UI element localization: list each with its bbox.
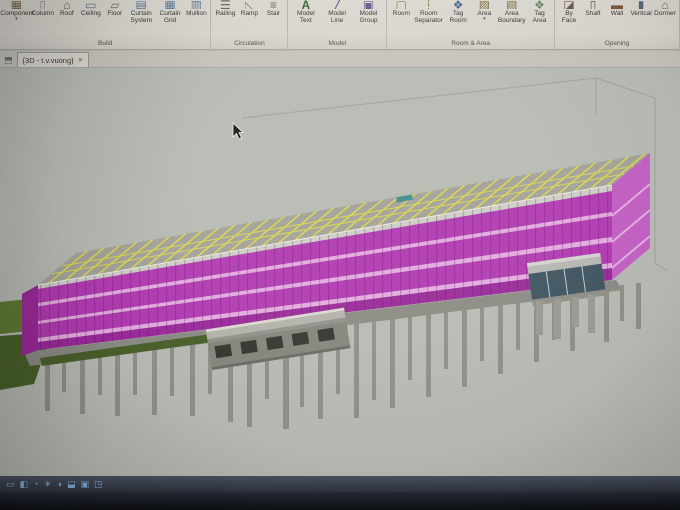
dormer-icon xyxy=(661,0,668,9)
sun-path-icon[interactable]: ☀ xyxy=(43,479,51,489)
close-icon[interactable]: ✕ xyxy=(78,56,83,64)
floor-icon xyxy=(110,0,119,9)
ribbon-button-roof[interactable]: Roof xyxy=(55,1,79,17)
view-control-bar: ▭ ◧ ◔ ☀ ◑ ⬓ ▣ ◳ xyxy=(0,476,680,492)
ribbon-button-room[interactable]: Room xyxy=(389,1,413,17)
curtain-grid-icon xyxy=(164,0,175,9)
ribbon-button-wall-opening[interactable]: Wall xyxy=(605,1,629,17)
ribbon-button-dormer[interactable]: Dormer xyxy=(653,1,677,17)
by-face-icon xyxy=(563,0,574,9)
view-tab-bar: ⬒ {3D - t.v.vuong} ✕ xyxy=(0,51,680,68)
view-lock-icon[interactable]: ◳ xyxy=(94,479,103,489)
panel-label-build: Build xyxy=(97,39,113,47)
roof-annex[interactable] xyxy=(526,252,607,339)
shadows-icon[interactable]: ◑ xyxy=(57,479,62,489)
ribbon-button-railing[interactable]: Railing xyxy=(213,1,237,17)
monitor-bezel xyxy=(0,492,680,510)
model-group-icon xyxy=(363,0,374,9)
ribbon-button-by-face[interactable]: By Face xyxy=(557,1,581,24)
panel-label-circulation: Circulation xyxy=(234,39,265,47)
ribbon-button-floor[interactable]: Floor xyxy=(103,1,127,17)
scale-icon[interactable]: ▭ xyxy=(6,479,15,489)
ribbon-button-ramp[interactable]: Ramp xyxy=(237,1,261,17)
area-boundary-icon xyxy=(506,0,517,9)
ribbon-panel-model: Model Text Model Line Model Group Model xyxy=(288,0,388,49)
ribbon-button-model-group[interactable]: Model Group xyxy=(353,1,385,24)
ribbon-button-area[interactable]: Area ▾ xyxy=(472,1,496,22)
ribbon-button-room-separator[interactable]: Room Separator xyxy=(413,1,444,24)
ribbon-button-model-line[interactable]: Model Line xyxy=(321,1,352,24)
chevron-down-icon: ▾ xyxy=(15,16,18,23)
roof-icon xyxy=(63,0,70,9)
panel-label-opening: Opening xyxy=(604,39,630,47)
ribbon-button-shaft[interactable]: Shaft xyxy=(581,1,605,17)
column-icon xyxy=(40,0,47,9)
ribbon: Component ▾ Column Roof Ceiling Fl xyxy=(0,0,680,50)
ribbon-button-tag-room[interactable]: Tag Room xyxy=(444,1,473,24)
mullion-icon xyxy=(191,0,202,9)
ramp-icon xyxy=(245,0,254,9)
component-icon xyxy=(11,0,22,9)
ribbon-panel-circulation: Railing Ramp Stair Circulation xyxy=(211,0,289,49)
ribbon-button-column[interactable]: Column xyxy=(31,1,55,17)
ribbon-panel-room-area: Room Room Separator Tag Room Area ▾ xyxy=(387,0,555,49)
ribbon-button-vertical-opening[interactable]: Vertical xyxy=(629,1,653,17)
ribbon-panel-opening: By Face Shaft Wall Vertical Dormer xyxy=(555,0,680,49)
stair-icon xyxy=(270,0,277,9)
crop-region-icon[interactable]: ⬓ xyxy=(67,479,76,489)
ribbon-button-area-boundary[interactable]: Area Boundary xyxy=(496,1,527,24)
room-icon xyxy=(396,0,407,9)
model-line-icon xyxy=(333,0,340,9)
area-icon xyxy=(479,0,490,9)
panel-label-model: Model xyxy=(328,39,347,47)
ribbon-button-curtain-grid[interactable]: Curtain Grid xyxy=(156,1,185,24)
view-tab-label: {3D - t.v.vuong} xyxy=(22,55,74,65)
project-view-icon: ⬒ xyxy=(4,55,13,65)
ribbon-button-model-text[interactable]: Model Text xyxy=(290,1,321,24)
ceiling-icon xyxy=(85,0,96,9)
view-tab-3d[interactable]: {3D - t.v.vuong} ✕ xyxy=(16,52,90,67)
tag-area-icon xyxy=(534,0,545,9)
ribbon-button-tag-area[interactable]: Tag Area xyxy=(527,1,552,24)
wall-opening-icon xyxy=(611,0,623,9)
railing-icon xyxy=(220,0,231,9)
ribbon-button-curtain-system[interactable]: Curtain System xyxy=(127,1,156,24)
shaft-icon xyxy=(590,0,597,9)
ribbon-panel-build: Component ▾ Column Roof Ceiling Fl xyxy=(0,0,212,49)
crop-visibility-icon[interactable]: ▣ xyxy=(81,479,90,489)
vertical-opening-icon xyxy=(638,0,645,9)
ribbon-button-mullion[interactable]: Mullion xyxy=(184,1,208,17)
detail-level-icon[interactable]: ◧ xyxy=(20,479,29,489)
drawing-area[interactable] xyxy=(0,68,680,476)
panel-label-room-area: Room & Area xyxy=(451,39,490,47)
curtain-system-icon xyxy=(136,0,147,9)
visual-style-icon[interactable]: ◔ xyxy=(33,479,38,489)
ribbon-button-ceiling[interactable]: Ceiling xyxy=(79,1,103,17)
model-text-icon xyxy=(302,0,311,9)
cursor-arrow xyxy=(232,122,245,140)
ribbon-button-stair[interactable]: Stair xyxy=(261,1,285,17)
revit-window: Component ▾ Column Roof Ceiling Fl xyxy=(0,0,680,510)
tag-room-icon xyxy=(453,0,464,9)
room-separator-icon xyxy=(425,0,432,9)
ribbon-button-component[interactable]: Component ▾ xyxy=(0,0,34,23)
chevron-down-icon: ▾ xyxy=(483,16,486,23)
